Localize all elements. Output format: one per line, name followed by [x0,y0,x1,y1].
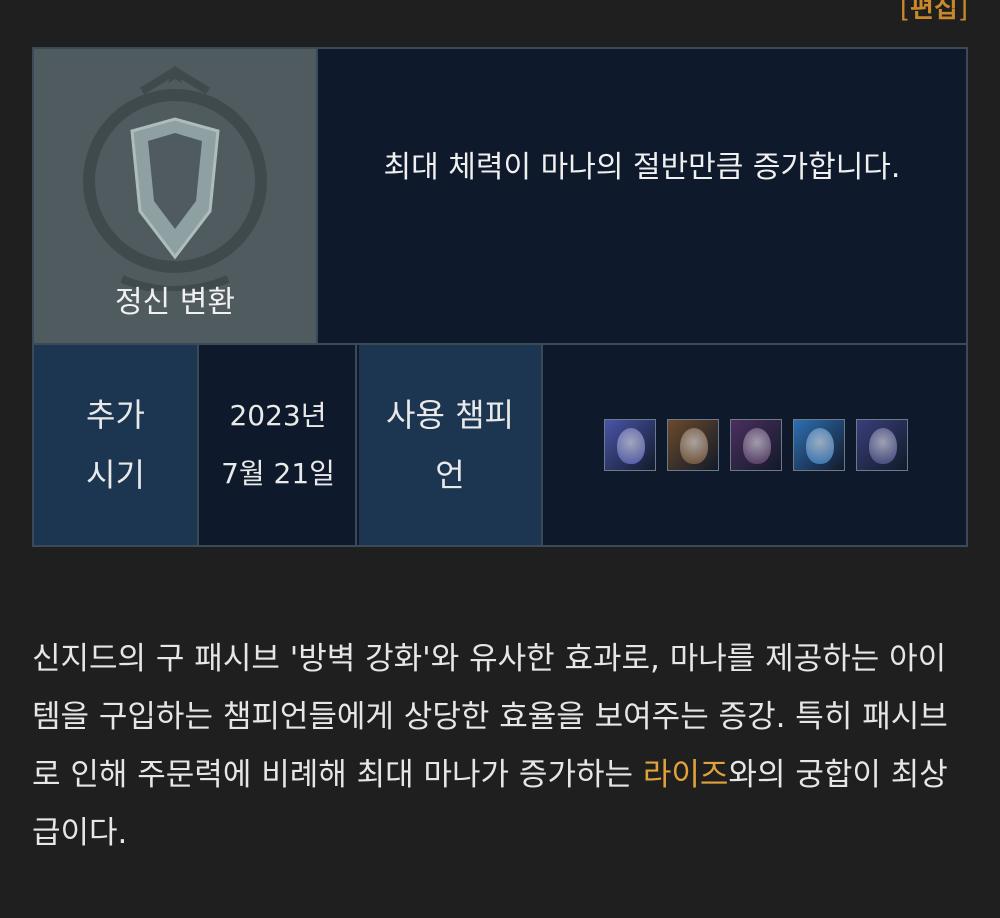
rune-name: 정신 변환 [115,285,235,320]
edit-link[interactable]: [편집] [900,0,968,25]
augment-infobox: 정신 변환 최대 체력이 마나의 절반만큼 증가합니다. 추가 시기 2023년… [32,47,968,547]
edit-bracket-close: ] [957,0,968,24]
kassadin-portrait-icon[interactable] [729,419,782,471]
article-paragraph: 신지드의 구 패시브 '방벽 강화'와 유사한 효과로, 마나를 제공하는 아이… [32,630,972,862]
champions-label: 사용 챔피언 [386,396,514,494]
cassiopeia-portrait-icon[interactable] [666,419,719,471]
added-date-value-cell: 2023년 7월 21일 [201,345,357,545]
added-date-label-cell: 추가 시기 [34,345,199,545]
edit-label[interactable]: 편집 [910,0,958,24]
rune-icon-cell: 정신 변환 [34,49,318,343]
added-date-label: 추가 시기 [86,396,145,494]
champion-face [616,428,645,464]
champions-label-cell: 사용 챔피언 [359,345,543,545]
ryze-link[interactable]: 라이즈 [643,757,729,793]
anivia-portrait-icon[interactable] [792,419,845,471]
edit-bracket-open: [ [899,0,910,24]
champions-list [545,345,966,545]
champion-face [679,428,708,464]
infobox-header-row: 정신 변환 최대 체력이 마나의 절반만큼 증가합니다. [34,49,966,345]
champion-face [742,428,771,464]
champion-face [805,428,834,464]
ryze-portrait-icon[interactable] [603,419,656,471]
added-date-value: 2023년 7월 21일 [221,399,335,490]
champion-face [868,428,897,464]
singed-portrait-icon[interactable] [855,419,908,471]
shield-rune-icon [83,65,267,291]
infobox-detail-row: 추가 시기 2023년 7월 21일 사용 챔피언 [34,345,966,545]
rune-description-cell: 최대 체력이 마나의 절반만큼 증가합니다. [318,49,966,343]
rune-description: 최대 체력이 마나의 절반만큼 증가합니다. [383,150,901,185]
